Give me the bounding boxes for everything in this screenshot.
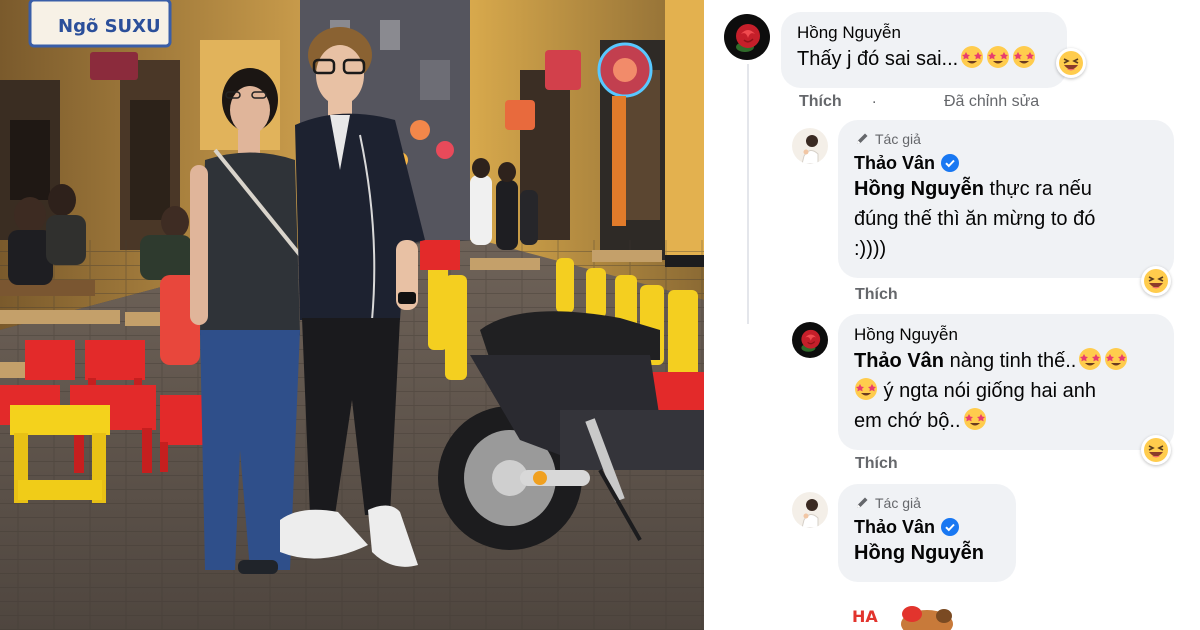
comment-2-text-line3: :)))) [854, 238, 887, 260]
post-photo[interactable]: Ngõ SUXU [0, 0, 704, 630]
comment-3-reaction[interactable] [1141, 435, 1171, 465]
comment-2-like[interactable]: Thích [855, 286, 898, 304]
author-avatar-icon [792, 492, 828, 528]
rose-avatar-icon [724, 14, 770, 60]
comment-3-author[interactable]: Hồng Nguyễn [854, 324, 1158, 346]
verified-icon [941, 154, 960, 172]
comment-2-badge-label: Tác giả [875, 131, 921, 147]
comment-1-edited[interactable]: Đã chỉnh sửa [944, 93, 1039, 111]
rose-avatar-icon [792, 322, 828, 358]
comment-2-text: Hồng Nguyễn thực ra nếu [854, 174, 1158, 204]
comment-3-bubble: Hồng Nguyễn Thảo Vân nàng tinh thế.. ý n… [838, 314, 1174, 450]
star-struck-emoji-icon [1012, 45, 1036, 69]
laughing-emoji-icon [1144, 438, 1168, 462]
comment-2-reaction[interactable] [1141, 266, 1171, 296]
comment-3-text-line2-row: ý ngta nói giống hai anh [854, 376, 1158, 406]
laughing-emoji-icon [1059, 51, 1083, 75]
comment-2-text-line2: đúng thế thì ăn mừng to đó [854, 208, 1096, 230]
avatar-hong-nguyen[interactable] [724, 14, 770, 60]
avatar-thao-van[interactable] [792, 128, 828, 164]
star-struck-emoji-icon [963, 407, 987, 431]
comment-1-like[interactable]: Thích [799, 93, 842, 111]
star-struck-emoji-icon [960, 45, 984, 69]
verified-icon [941, 518, 960, 536]
comment-4-badge: Tác giả [854, 494, 1000, 512]
comment-2-badge: Tác giả [854, 130, 1158, 148]
comment-2-text-line1: thực ra nếu [984, 178, 1092, 200]
thread-line [747, 64, 749, 324]
comment-2-name-row: Thảo Vân [854, 152, 1158, 174]
star-struck-emoji-icon [986, 45, 1010, 69]
author-avatar-icon [792, 128, 828, 164]
comment-2-author[interactable]: Thảo Vân [854, 152, 935, 174]
pen-icon [854, 495, 870, 511]
comment-1-text: Thấy j đó sai sai... [797, 44, 1051, 74]
comment-2-bubble: Tác giả Thảo Vân Hồng Nguyễn thực ra nếu… [838, 120, 1174, 278]
comment-4-mention[interactable]: Hồng Nguyễn [854, 542, 984, 564]
comment-1-author[interactable]: Hồng Nguyễn [797, 22, 1051, 44]
comment-3-text-line2: ý ngta nói giống hai anh [878, 380, 1096, 402]
comment-4-text: Hồng Nguyễn [854, 538, 1000, 568]
comment-4-bubble: Tác giả Thảo Vân Hồng Nguyễn [838, 484, 1016, 582]
sticker-icon: HA [852, 606, 953, 630]
laughing-emoji-icon [1144, 269, 1168, 293]
comment-2-mention[interactable]: Hồng Nguyễn [854, 178, 984, 200]
star-struck-emoji-icon [1104, 347, 1128, 371]
comment-3-text-line3: em chớ bộ.. [854, 410, 961, 432]
comment-4-badge-label: Tác giả [875, 495, 921, 511]
comment-3-text-line1-row: Thảo Vân nàng tinh thế.. [854, 346, 1158, 376]
comment-3-text-line1: nàng tinh thế.. [944, 350, 1077, 372]
comment-3-mention[interactable]: Thảo Vân [854, 350, 944, 372]
street-photo-illustration: Ngõ SUXU [0, 0, 704, 630]
star-struck-emoji-icon [854, 377, 878, 401]
shop-sign: Ngõ SUXU [58, 16, 161, 37]
svg-text:HA: HA [852, 607, 878, 626]
comment-4-name-row: Thảo Vân [854, 516, 1000, 538]
comment-3-like[interactable]: Thích [855, 455, 898, 473]
avatar-hong-nguyen-2[interactable] [792, 322, 828, 358]
comment-3-text-line3-row: em chớ bộ.. [854, 406, 1158, 436]
pen-icon [854, 131, 870, 147]
sticker-image[interactable]: HA [852, 600, 962, 630]
avatar-thao-van-2[interactable] [792, 492, 828, 528]
comment-1-separator: . [872, 90, 877, 107]
star-struck-emoji-icon [1078, 347, 1102, 371]
comment-4-author[interactable]: Thảo Vân [854, 516, 935, 538]
comment-1-reaction[interactable] [1056, 48, 1086, 78]
comment-1-text-content: Thấy j đó sai sai... [797, 48, 959, 70]
comment-1-bubble: Hồng Nguyễn Thấy j đó sai sai... [781, 12, 1067, 88]
comments-panel: Hồng Nguyễn Thấy j đó sai sai... Thích .… [704, 0, 1200, 630]
